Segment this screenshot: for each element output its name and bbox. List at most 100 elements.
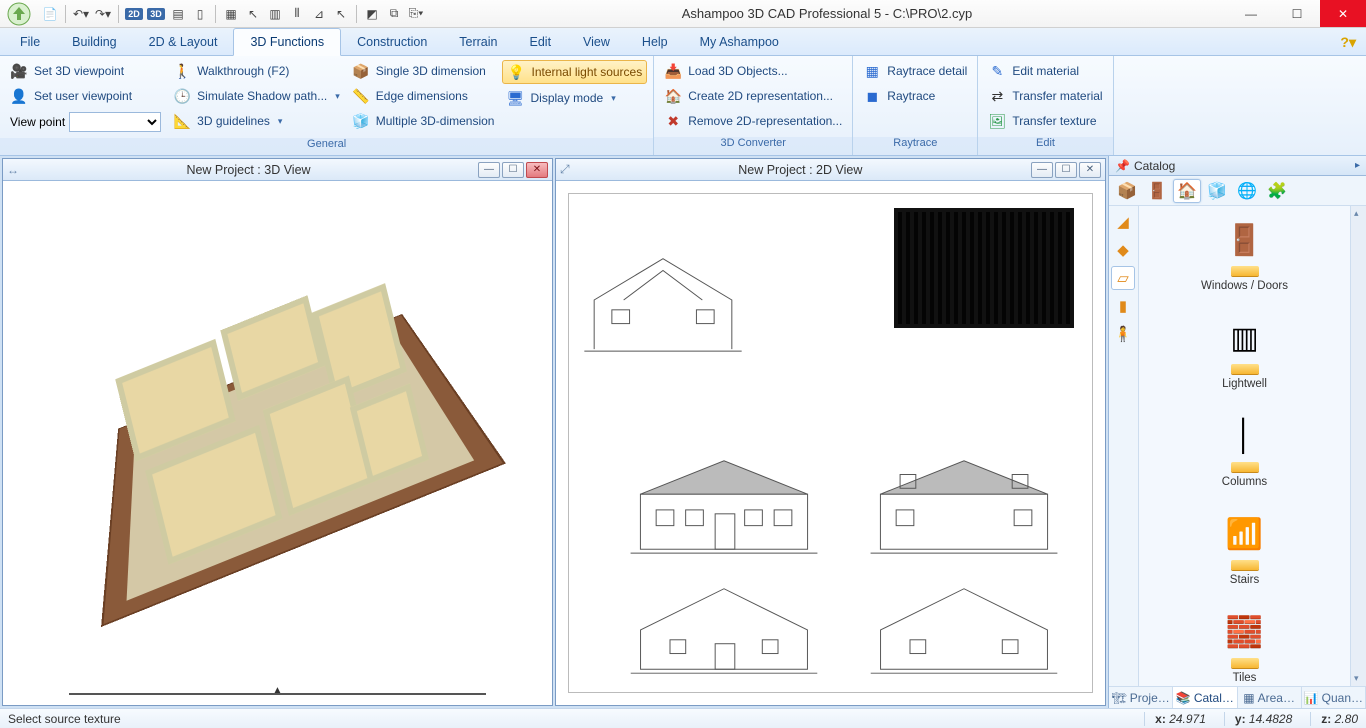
help-icon[interactable]: ?▾ xyxy=(1330,30,1366,55)
tab-view[interactable]: View xyxy=(567,29,626,55)
view-2d-grip-icon[interactable]: ⤢ xyxy=(560,162,570,177)
new-icon[interactable]: 📄 xyxy=(40,4,60,24)
tab-file[interactable]: File xyxy=(4,29,56,55)
catalog-pad-icon xyxy=(1231,560,1259,570)
ribbon-remove-2d-representation[interactable]: ✖Remove 2D-representation... xyxy=(660,110,846,132)
panel-tab-3[interactable]: 📊Quan… xyxy=(1302,687,1366,708)
catalog-scrollbar[interactable] xyxy=(1350,206,1366,686)
ribbon-load-3d-objects[interactable]: 📥Load 3D Objects... xyxy=(660,60,846,82)
view-3d-scroll[interactable] xyxy=(69,689,486,699)
grid-icon[interactable]: ▦ xyxy=(221,4,241,24)
view-3d-max-button[interactable]: ☐ xyxy=(502,162,524,178)
tab-edit[interactable]: Edit xyxy=(514,29,568,55)
ribbon-transfer-material[interactable]: ⇄ Transfer material xyxy=(984,85,1106,107)
ribbon: 🎥Set 3D viewpoint 👤Set user viewpoint View… xyxy=(0,56,1366,156)
split-v-icon[interactable]: ▯ xyxy=(190,4,210,24)
tool-b-icon[interactable]: ⧉ xyxy=(384,4,404,24)
side-tab-1[interactable]: ◆ xyxy=(1111,238,1135,262)
viewpoint-select[interactable] xyxy=(69,112,161,132)
ribbon-set-3d-viewpoint[interactable]: 🎥Set 3D viewpoint xyxy=(6,60,165,82)
catalog-item-windows-doors[interactable]: 🚪Windows / Doors xyxy=(1145,212,1344,302)
ribbon-raytrace[interactable]: ◼Raytrace xyxy=(859,85,971,107)
ribbon-edit-material[interactable]: ✎Edit material xyxy=(984,60,1106,82)
viewpoint-selector[interactable]: View point xyxy=(6,110,165,134)
catalog-item-columns[interactable]: │Columns xyxy=(1145,408,1344,498)
ribbon-edge-dimensions[interactable]: 📏Edge dimensions xyxy=(348,85,499,107)
panel-tab-0[interactable]: 🏗Proje… xyxy=(1109,687,1173,708)
ribbon-internal-light-sources[interactable]: 💡Internal light sources xyxy=(502,60,647,84)
view-2d-close-button[interactable]: ✕ xyxy=(1079,162,1101,178)
view-3d-canvas[interactable] xyxy=(3,181,552,705)
ribbon-create-2d-representation[interactable]: 🏠Create 2D representation... xyxy=(660,85,846,107)
tab-help[interactable]: Help xyxy=(626,29,684,55)
tab-building[interactable]: Building xyxy=(56,29,132,55)
close-button[interactable]: ✕ xyxy=(1320,0,1366,27)
ribbon-display-mode[interactable]: 🖥Display mode xyxy=(502,87,647,109)
workspace: ↔ New Project : 3D View — ☐ ✕ xyxy=(0,156,1366,708)
panel-tab-icon: 📚 xyxy=(1176,691,1191,705)
badge-3d-icon[interactable]: 3D xyxy=(146,4,166,24)
cat-tab-4[interactable]: 🌐 xyxy=(1233,179,1261,203)
tool-c-icon[interactable]: ⎘▾ xyxy=(406,4,426,24)
ribbon-simulate-shadow-path[interactable]: 🕒Simulate Shadow path... xyxy=(169,85,344,107)
view-3d-close-button[interactable]: ✕ xyxy=(526,162,548,178)
catalog-thumb-icon: 🚪 xyxy=(1217,218,1273,262)
catalog-collapse-icon[interactable]: ▸ xyxy=(1355,160,1360,171)
ribbon-icon: ◼ xyxy=(863,87,881,105)
guides-icon[interactable]: ▥ xyxy=(265,4,285,24)
snap-icon[interactable]: ↖ xyxy=(243,4,263,24)
cat-tab-1[interactable]: 🚪 xyxy=(1143,179,1171,203)
maximize-button[interactable]: ☐ xyxy=(1274,0,1320,27)
redo-icon[interactable]: ↷▾ xyxy=(93,4,113,24)
view-3d-min-button[interactable]: — xyxy=(478,162,500,178)
view-2d-min-button[interactable]: — xyxy=(1031,162,1053,178)
app-icon[interactable] xyxy=(0,0,38,28)
ribbon-item-label: Transfer material xyxy=(1012,89,1102,103)
ribbon-3d-guidelines[interactable]: 📐3D guidelines xyxy=(169,110,344,132)
cat-tab-5[interactable]: 🧩 xyxy=(1263,179,1291,203)
catalog-item-stairs[interactable]: 📶Stairs xyxy=(1145,506,1344,596)
cat-tab-0[interactable]: 📦 xyxy=(1113,179,1141,203)
catalog-panel: 📌 Catalog ▸ 📦 🚪 🏠 🧊 🌐 🧩 ◢ ◆ ▱ ▮ 🧍 🚪Windo… xyxy=(1108,156,1366,708)
cat-tab-3[interactable]: 🧊 xyxy=(1203,179,1231,203)
ribbon-icon: ⇄ xyxy=(988,87,1006,105)
ribbon-walkthrough-f2[interactable]: 🚶Walkthrough (F2) xyxy=(169,60,344,82)
tab-my-ashampoo[interactable]: My Ashampoo xyxy=(684,29,795,55)
catalog-item-label: Tiles xyxy=(1233,672,1257,684)
side-tab-3[interactable]: ▮ xyxy=(1111,294,1135,318)
cat-tab-2[interactable]: 🏠 xyxy=(1173,179,1201,203)
badge-2d-icon[interactable]: 2D xyxy=(124,4,144,24)
ribbon-single-3d-dimension[interactable]: 📦Single 3D dimension xyxy=(348,60,499,82)
ribbon-item-label: Create 2D representation... xyxy=(688,89,833,103)
ribbon-multiple-3d-dimension[interactable]: 🧊Multiple 3D-dimension xyxy=(348,110,499,132)
catalog-pin-icon[interactable]: 📌 xyxy=(1115,159,1130,173)
tab-construction[interactable]: Construction xyxy=(341,29,443,55)
ribbon-set-user-viewpoint[interactable]: 👤Set user viewpoint xyxy=(6,85,165,107)
side-tab-0[interactable]: ◢ xyxy=(1111,210,1135,234)
minimize-button[interactable]: — xyxy=(1228,0,1274,27)
catalog-item-lightwell[interactable]: ▥Lightwell xyxy=(1145,310,1344,400)
ribbon-group-label: Edit xyxy=(978,137,1112,155)
panel-tab-2[interactable]: ▦Area… xyxy=(1238,687,1302,708)
view-2d-max-button[interactable]: ☐ xyxy=(1055,162,1077,178)
ribbon-item-label: Transfer texture xyxy=(1012,114,1096,128)
tab-2d-layout[interactable]: 2D & Layout xyxy=(133,29,234,55)
split-h-icon[interactable]: ▤ xyxy=(168,4,188,24)
view-2d-canvas[interactable] xyxy=(556,181,1105,705)
side-tab-2[interactable]: ▱ xyxy=(1111,266,1135,290)
status-x: x: 24.971 xyxy=(1144,712,1206,726)
ribbon-raytrace-detail[interactable]: ▦Raytrace detail xyxy=(859,60,971,82)
ribbon-transfer-texture[interactable]: 🖼Transfer texture xyxy=(984,110,1106,132)
tool-a-icon[interactable]: ◩ xyxy=(362,4,382,24)
catalog-item-tiles[interactable]: 🧱Tiles xyxy=(1145,604,1344,686)
undo-icon[interactable]: ↶▾ xyxy=(71,4,91,24)
tab-3d-functions[interactable]: 3D Functions xyxy=(233,28,341,56)
view-3d-grip-icon[interactable]: ↔ xyxy=(7,163,19,177)
cursor-icon[interactable]: ↖ xyxy=(331,4,351,24)
side-tab-4[interactable]: 🧍 xyxy=(1111,322,1135,346)
panel-tab-1[interactable]: 📚Catal… xyxy=(1173,687,1237,708)
measure-icon[interactable]: ⊿ xyxy=(309,4,329,24)
window-controls: — ☐ ✕ xyxy=(1228,0,1366,27)
layers-icon[interactable]: ⫴ xyxy=(287,4,307,24)
tab-terrain[interactable]: Terrain xyxy=(443,29,513,55)
